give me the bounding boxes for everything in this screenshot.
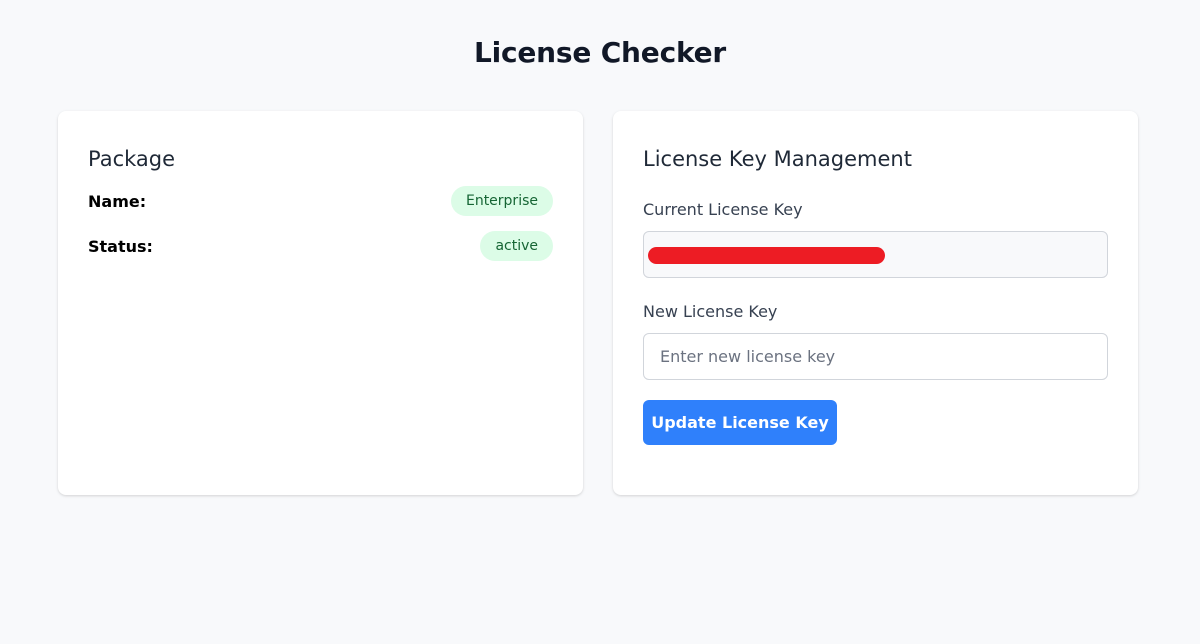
license-key-card: License Key Management Current License K… — [613, 111, 1138, 495]
package-status-label: Status: — [88, 236, 153, 256]
package-name-row: Name: Enterprise — [88, 185, 553, 217]
new-license-key-label: New License Key — [643, 302, 778, 321]
redacted-license-key — [648, 247, 885, 264]
current-license-key-field — [643, 231, 1108, 278]
update-license-key-button[interactable]: Update License Key — [643, 400, 837, 445]
package-name-label: Name: — [88, 191, 147, 211]
package-name-badge: Enterprise — [450, 186, 553, 216]
package-heading: Package — [88, 147, 176, 171]
page-title: License Checker — [473, 36, 727, 69]
license-key-heading: License Key Management — [643, 147, 912, 171]
package-status-row: Status: active — [88, 230, 553, 262]
status-badge: active — [480, 231, 553, 261]
current-license-key-label: Current License Key — [643, 200, 803, 219]
package-card: Package Name: Enterprise Status: active — [58, 111, 583, 495]
new-license-key-input[interactable] — [643, 333, 1108, 380]
